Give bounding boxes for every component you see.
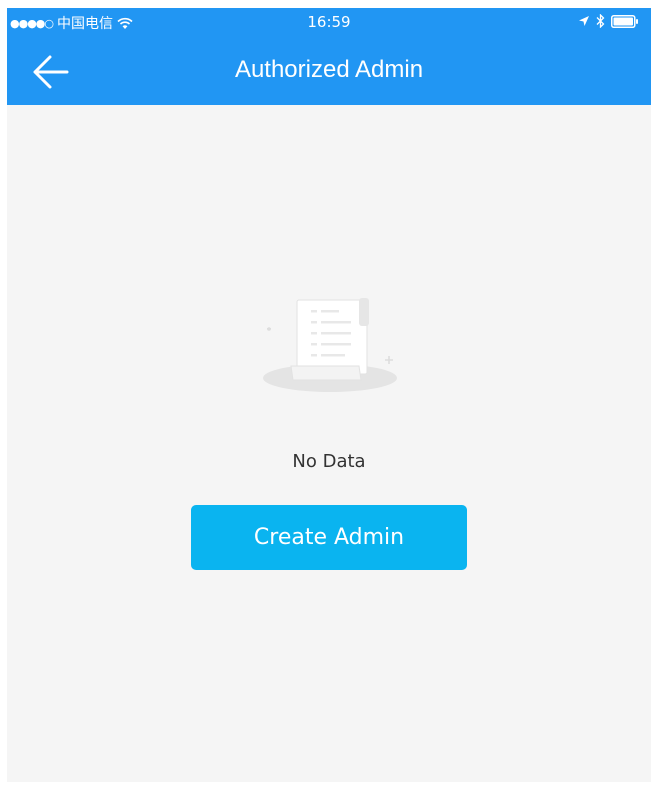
location-icon: [578, 15, 590, 27]
document-scroll-icon: [263, 298, 397, 392]
status-indicators: [578, 14, 639, 28]
app-screen: ●●●●○ 中国电信 16:59 Authorized Admin No Dat…: [7, 8, 651, 782]
status-bar: ●●●●○ 中国电信 16:59: [7, 8, 651, 36]
battery-icon: [611, 14, 639, 28]
page-title: Authorized Admin: [234, 56, 424, 83]
navigation-bar: Authorized Admin: [7, 36, 651, 105]
empty-state-illustration: [255, 288, 405, 398]
empty-state-message: No Data: [292, 451, 366, 472]
bluetooth-icon: [596, 14, 605, 28]
create-admin-button[interactable]: Create Admin: [191, 505, 467, 570]
status-time: 16:59: [307, 13, 351, 31]
